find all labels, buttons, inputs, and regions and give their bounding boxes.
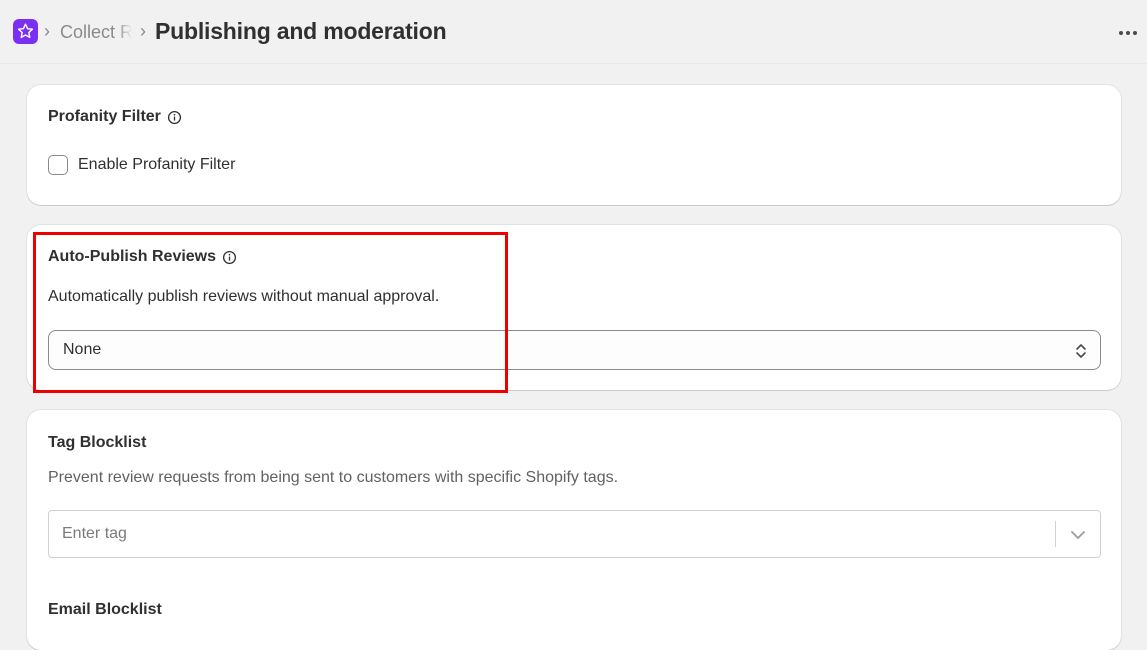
breadcrumb-separator: › <box>44 21 50 41</box>
more-actions-button[interactable] <box>1115 20 1141 46</box>
enable-profanity-filter-checkbox[interactable] <box>48 155 68 175</box>
info-icon[interactable] <box>167 110 182 125</box>
combobox-divider <box>1055 521 1056 547</box>
top-bar: › Collect Reviews › Publishing and moder… <box>0 0 1147 64</box>
blocklist-card: Tag Blocklist Prevent review requests fr… <box>27 410 1121 650</box>
profanity-filter-title: Profanity Filter <box>48 108 161 125</box>
tag-blocklist-description: Prevent review requests from being sent … <box>48 469 619 486</box>
auto-publish-select[interactable]: None <box>48 330 1101 370</box>
tag-blocklist-combobox[interactable] <box>48 510 1101 558</box>
auto-publish-description: Automatically publish reviews without ma… <box>48 288 440 305</box>
auto-publish-heading: Auto-Publish Reviews <box>48 248 237 266</box>
breadcrumb-separator: › <box>140 21 146 41</box>
auto-publish-selected-value: None <box>63 341 102 358</box>
auto-publish-card: Auto-Publish Reviews Automatically publi… <box>27 225 1121 390</box>
auto-publish-title: Auto-Publish Reviews <box>48 248 217 265</box>
tag-dropdown-toggle[interactable] <box>1066 525 1090 545</box>
chevron-down-icon <box>1071 531 1085 539</box>
app-logo-icon[interactable] <box>13 19 38 44</box>
more-horizontal-icon <box>1119 31 1137 35</box>
tag-blocklist-heading: Tag Blocklist <box>48 434 146 452</box>
page-title: Publishing and moderation <box>155 18 447 44</box>
enable-profanity-filter-label[interactable]: Enable Profanity Filter <box>78 156 235 174</box>
profanity-filter-card: Profanity Filter Enable Profanity Filter <box>27 85 1121 205</box>
email-blocklist-heading: Email Blocklist <box>48 601 162 619</box>
profanity-filter-heading: Profanity Filter <box>48 108 182 126</box>
select-caret-icon <box>1076 344 1086 358</box>
email-blocklist-title: Email Blocklist <box>48 601 162 618</box>
tag-blocklist-title: Tag Blocklist <box>48 434 147 451</box>
info-icon[interactable] <box>222 250 237 265</box>
tag-input[interactable] <box>49 511 1055 557</box>
breadcrumb-parent-link[interactable]: Collect Reviews <box>60 22 132 43</box>
